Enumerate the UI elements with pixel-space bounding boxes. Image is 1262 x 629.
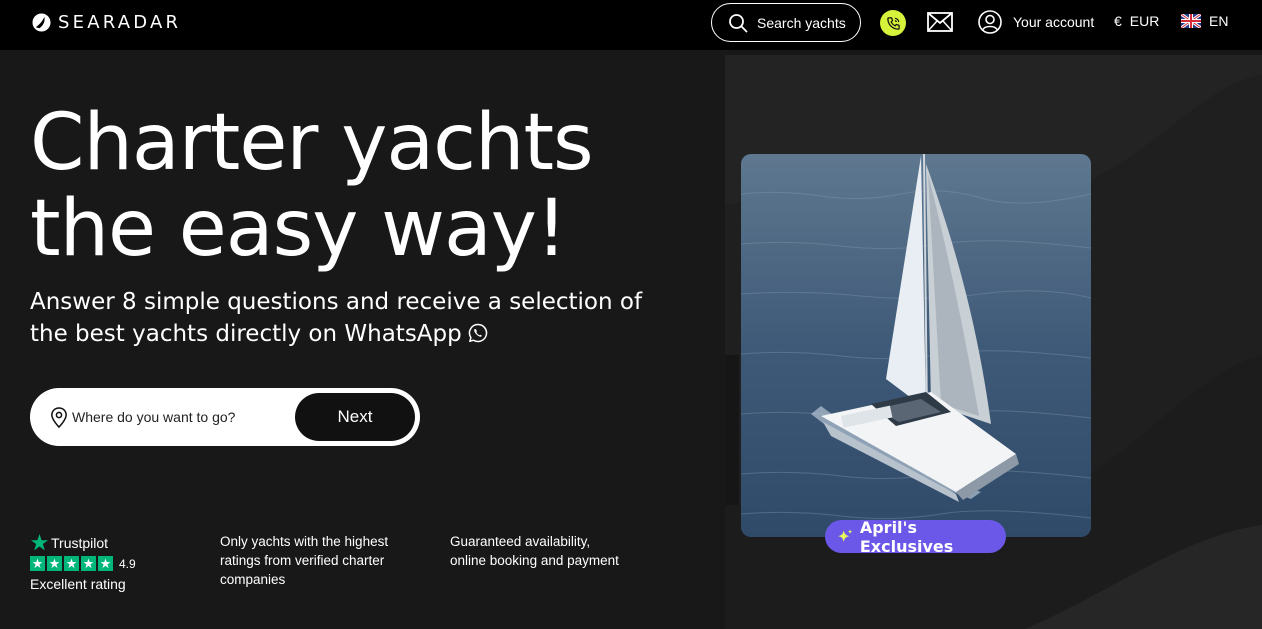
feature-guaranteed-availability: Guaranteed availability, online booking …	[450, 534, 619, 568]
rating-star	[47, 556, 62, 571]
destination-search-box: Next	[30, 388, 420, 446]
hero-title: Charter yachts the easy way!	[30, 98, 594, 274]
sparkle-icon	[837, 528, 853, 542]
currency-selector[interactable]: € EUR	[1114, 13, 1159, 29]
feature-verified-ratings: Only yachts with the highest ratings fro…	[220, 534, 389, 587]
user-icon	[978, 10, 1002, 34]
hero-subtitle: Answer 8 simple questions and receive a …	[30, 286, 650, 350]
whatsapp-icon	[468, 323, 487, 343]
yacht-photo	[741, 154, 1091, 537]
mail-icon[interactable]	[927, 12, 953, 32]
trustpilot-name: Trustpilot	[51, 534, 109, 551]
account-button[interactable]: Your account	[978, 10, 1094, 34]
trustpilot-rating[interactable]: Trustpilot 4.9 Excellent rating	[30, 533, 136, 592]
language-selector[interactable]: EN	[1181, 13, 1228, 29]
top-navigation-bar: SEARADAR Search yachts Your account € EU…	[0, 0, 1262, 50]
currency-code: EUR	[1129, 13, 1160, 29]
destination-input[interactable]	[72, 406, 272, 428]
rating-star	[81, 556, 96, 571]
rating-score: 4.9	[119, 556, 136, 571]
language-code: EN	[1209, 13, 1229, 29]
trustpilot-stars: 4.9	[30, 556, 136, 571]
rating-label: Excellent rating	[30, 576, 126, 592]
phone-button[interactable]	[880, 10, 906, 36]
rating-star	[64, 556, 79, 571]
promo-badge[interactable]: April's Exclusives	[825, 517, 1006, 556]
rating-star	[30, 556, 45, 571]
next-button[interactable]: Next	[295, 393, 415, 441]
promo-badge-label: April's Exclusives	[859, 517, 954, 556]
rating-star	[98, 556, 113, 571]
logo-icon	[32, 13, 51, 32]
account-label: Your account	[1013, 14, 1095, 30]
trustpilot-logo: Trustpilot	[30, 533, 136, 552]
trustpilot-star-icon	[30, 533, 49, 551]
search-yachts-button[interactable]: Search yachts	[711, 3, 861, 42]
search-yachts-label: Search yachts	[757, 14, 846, 31]
phone-icon	[886, 16, 900, 30]
location-pin-icon	[51, 407, 67, 428]
uk-flag-icon	[1181, 14, 1201, 28]
currency-symbol: €	[1114, 13, 1122, 29]
search-icon	[729, 13, 748, 32]
hero-subtitle-text: Answer 8 simple questions and receive a …	[30, 289, 643, 347]
brand-logo[interactable]: SEARADAR	[32, 12, 181, 33]
brand-name: SEARADAR	[58, 12, 182, 33]
